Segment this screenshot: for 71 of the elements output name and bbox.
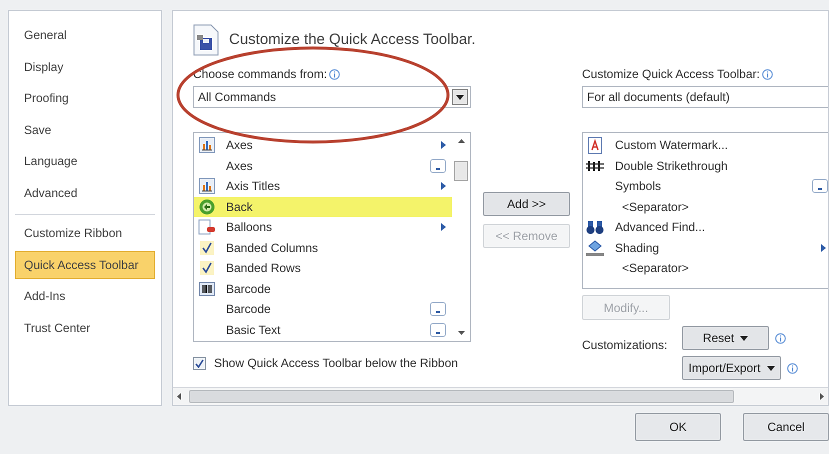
sidebar-item[interactable]: Language: [15, 147, 155, 175]
toolbar-item[interactable]: Double Strikethrough: [583, 156, 828, 176]
horizontal-scrollbar[interactable]: [173, 387, 828, 405]
scroll-right-icon[interactable]: [820, 393, 824, 400]
command-item[interactable]: Axes: [194, 156, 452, 176]
toolbar-item[interactable]: Advanced Find...: [583, 217, 828, 238]
command-item[interactable]: Barcode: [194, 278, 452, 299]
command-item[interactable]: Balloons: [194, 217, 452, 238]
sidebar-item[interactable]: Save: [15, 116, 155, 144]
back-icon: [199, 198, 215, 215]
sidebar-item[interactable]: Advanced: [15, 178, 155, 206]
chart-icon: [199, 137, 215, 154]
toolbar-item[interactable]: Custom Watermark...: [583, 135, 828, 156]
caret-icon: [766, 366, 775, 370]
document-icon: [588, 136, 602, 154]
toolbar-item[interactable]: Symbols: [583, 176, 828, 196]
command-item[interactable]: Barcode: [194, 299, 452, 320]
info-icon: [787, 362, 798, 374]
checkmark-icon: [200, 240, 214, 255]
import-export-button[interactable]: Import/Export: [682, 356, 781, 380]
document-save-icon: [193, 24, 219, 56]
balloon-icon: [198, 219, 216, 236]
submenu-arrow-icon: [441, 223, 446, 232]
submenu-arrow-icon: [441, 141, 446, 150]
binoculars-icon: [586, 219, 604, 236]
dropdown-icon: [430, 302, 446, 316]
command-item[interactable]: Banded Columns: [194, 238, 452, 258]
sidebar-item[interactable]: Add-Ins: [15, 282, 155, 310]
command-item[interactable]: Axes: [194, 135, 452, 156]
strikethrough-icon: [585, 160, 605, 172]
command-item[interactable]: Banded Rows: [194, 258, 452, 278]
customizations-label: Customizations:: [582, 337, 668, 354]
sidebar-item[interactable]: Quick Access Toolbar: [15, 250, 155, 278]
command-item[interactable]: Axis Titles: [194, 176, 452, 196]
toolbar-item[interactable]: <Separator>: [583, 258, 828, 278]
sidebar-item[interactable]: General: [15, 21, 155, 49]
barcode-icon: [199, 282, 215, 296]
checkbox-label: Show Quick Access Toolbar below the Ribbon: [214, 355, 458, 372]
chart-icon: [199, 178, 215, 194]
sidebar-item[interactable]: Trust Center: [15, 314, 155, 342]
page-title: Customize the Quick Access Toolbar.: [229, 30, 476, 50]
toolbar-item[interactable]: <Separator>: [583, 196, 828, 217]
submenu-arrow-icon: [821, 244, 826, 252]
dropdown-icon: [430, 322, 446, 337]
toolbar-item[interactable]: Shading: [583, 238, 828, 258]
caret-icon: [456, 94, 464, 100]
scroll-up-icon[interactable]: [458, 139, 464, 143]
sidebar-item[interactable]: Display: [15, 52, 155, 80]
reset-button[interactable]: Reset: [682, 326, 769, 350]
scroll-left-icon[interactable]: [177, 393, 181, 400]
sidebar-item[interactable]: Proofing: [15, 84, 155, 112]
info-icon: [775, 332, 786, 344]
info-icon: [762, 68, 773, 80]
info-icon: [329, 68, 340, 80]
field-label: Customize Quick Access Toolbar:: [582, 66, 760, 83]
scroll-down-icon[interactable]: [458, 331, 464, 335]
command-item[interactable]: Back: [194, 196, 452, 217]
submenu-arrow-icon: [441, 182, 446, 190]
checkmark-icon: [200, 261, 214, 276]
add-button[interactable]: Add >>: [483, 192, 570, 216]
checkbox[interactable]: [193, 356, 206, 370]
toolbar-select[interactable]: For all documents (default): [582, 86, 828, 108]
scroll-thumb[interactable]: [454, 161, 468, 181]
ok-button[interactable]: OK: [635, 413, 721, 441]
paint-bucket-icon: [586, 239, 604, 256]
cancel-button[interactable]: Cancel: [743, 413, 829, 441]
command-item[interactable]: Basic Text: [194, 320, 452, 340]
sidebar-item[interactable]: Customize Ribbon: [15, 219, 155, 247]
caret-icon: [740, 336, 748, 340]
commands-select[interactable]: All Commands: [193, 86, 471, 108]
dropdown-icon: [430, 158, 446, 173]
